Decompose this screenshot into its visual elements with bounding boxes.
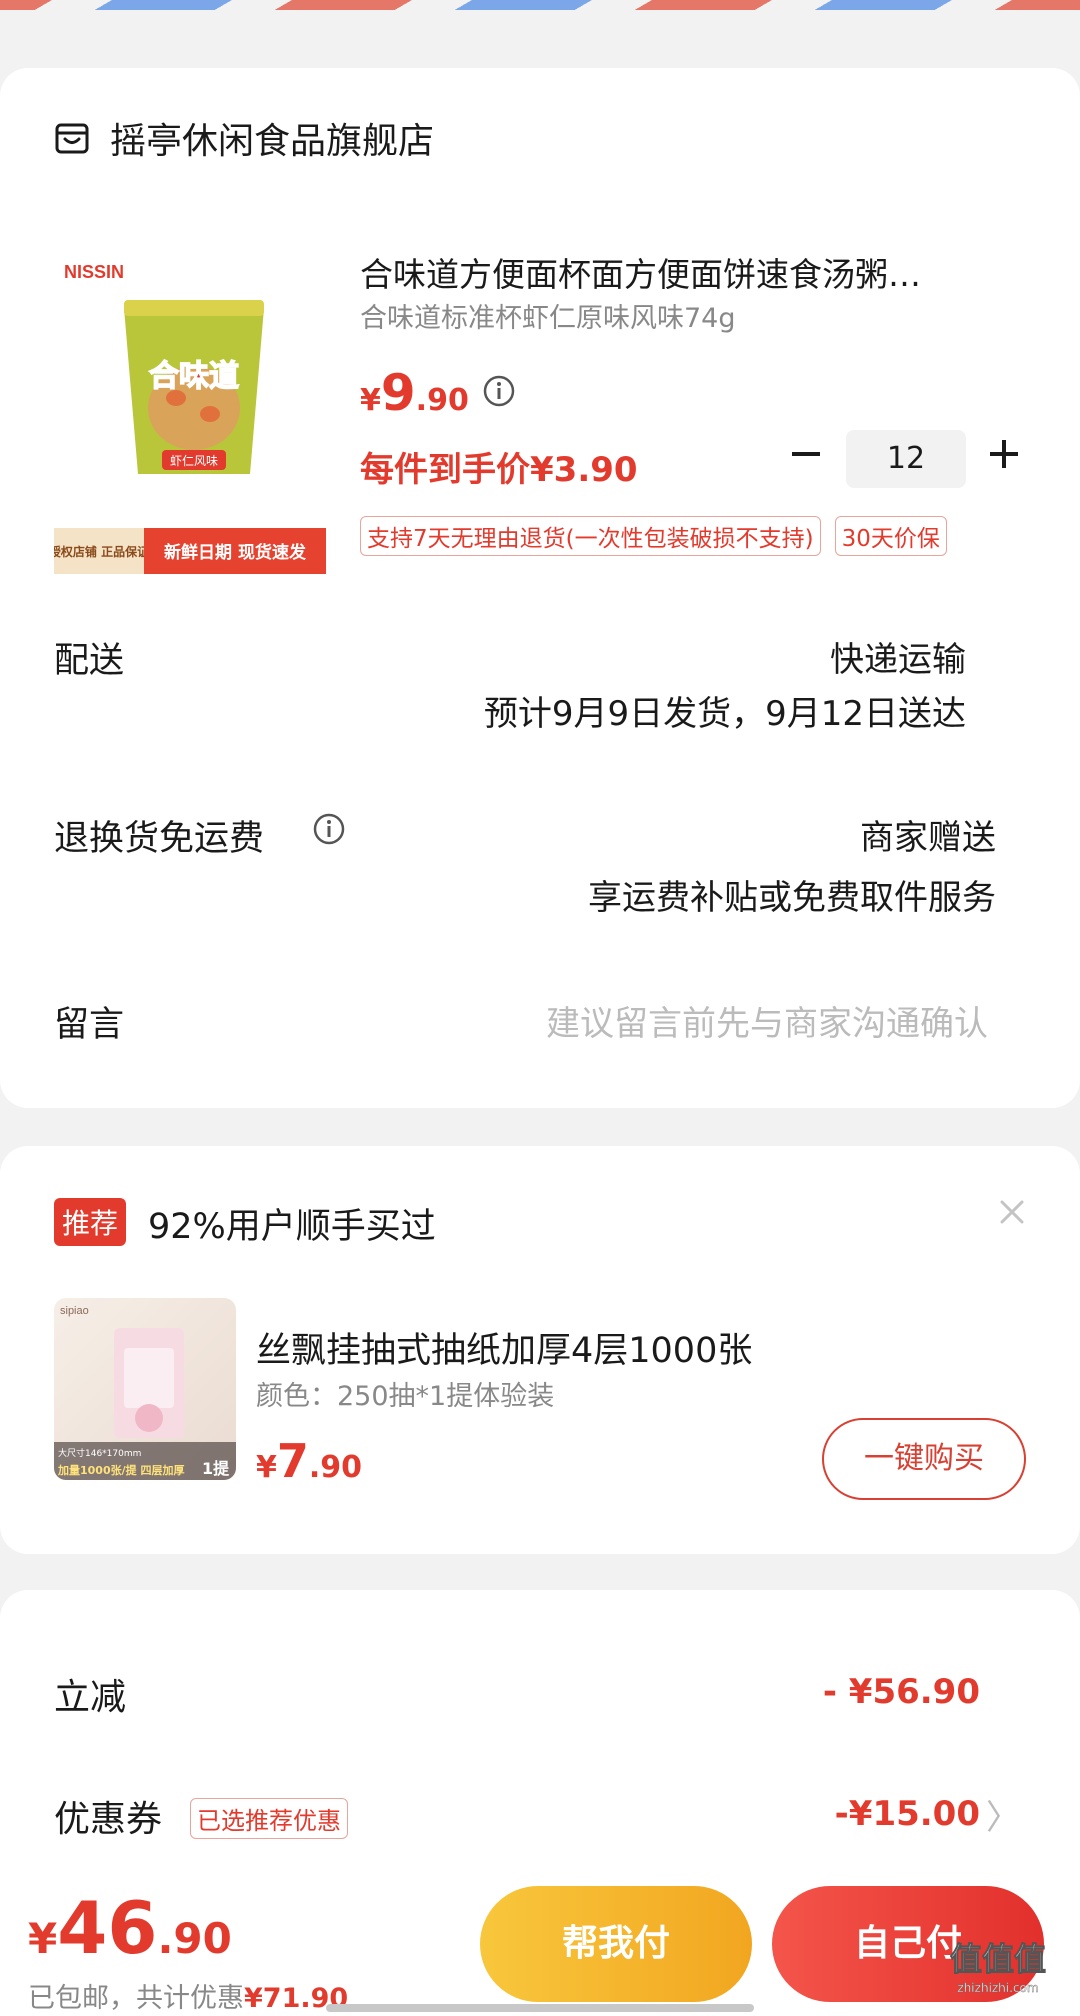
watermark-subtext: zhizhizhi.com [957, 1981, 1038, 1995]
product-image[interactable]: NISSIN 合味道 虾仁风味 授权店铺 正品保证 新鲜日期 现货速发 [49, 238, 326, 578]
checkout-bar: ¥ 46 .90 已包邮，共计优惠¥71.90 帮我付 自己付 [0, 1870, 1080, 2016]
badge-left-text: 授权店铺 正品保证 [54, 544, 149, 559]
total-price: ¥ 46 .90 [28, 1886, 232, 1970]
discount-label: 立减 [54, 1677, 127, 1718]
help-me-pay-button[interactable]: 帮我付 [480, 1886, 752, 2002]
price-protect-tag: 30天价保 [834, 516, 947, 556]
unit-price-text: 每件到手价¥3.90 [360, 450, 638, 490]
watermark-text: 值值值 [950, 1940, 1046, 1978]
return-freight-info-icon[interactable] [312, 812, 346, 846]
recommend-item-name[interactable]: 丝飘挂抽式抽纸加厚4层1000张 [256, 1322, 752, 1373]
delivery-label: 配送 [54, 641, 125, 681]
store-icon [55, 123, 89, 154]
recommend-item-image[interactable]: sipiao 大尺寸146*170mm 加量1000张/提 四层加厚 1提 [54, 1298, 236, 1480]
quantity-minus-icon[interactable] [786, 434, 826, 474]
coupon-value[interactable]: -¥15.00 [835, 1794, 980, 1834]
recommend-title: 92%用户顺手买过 [148, 1207, 436, 1247]
rec-size-text: 大尺寸146*170mm [58, 1447, 141, 1459]
discount-value: - ¥56.90 [822, 1672, 980, 1712]
price-info-icon[interactable] [482, 374, 516, 408]
message-input[interactable]: 建议留言前先与商家沟通确认 [546, 996, 988, 1045]
return-freight-value: 商家赠送 [860, 818, 996, 858]
price-symbol: ¥ [360, 383, 381, 418]
one-click-buy-button[interactable]: 一键购买 [822, 1418, 1026, 1500]
flavor-text: 虾仁风味 [170, 454, 218, 468]
coupon-label[interactable]: 优惠券 [54, 1790, 162, 1842]
price-integer: 9 [380, 364, 416, 422]
coupon-selected-tag: 已选推荐优惠 [190, 1798, 348, 1839]
coupon-chevron-icon[interactable]: 〉 [986, 1790, 1020, 1839]
quantity-input[interactable]: 12 [846, 430, 966, 488]
rec-pack-text: 1提 [202, 1459, 230, 1478]
cup-brand-text: 合味道 [149, 359, 239, 394]
product-price: ¥ 9 .90 [360, 364, 469, 422]
total-symbol: ¥ [28, 1914, 58, 1963]
delivery-estimate: 预计9月9日发货，9月12日送达 [483, 694, 966, 734]
message-label: 留言 [54, 1005, 125, 1045]
order-item-card: 摇亭休闲食品旗舰店 NISSIN 合味道 虾仁风味 授权店铺 正品保证 新鲜日期… [0, 68, 1080, 1108]
product-title[interactable]: 合味道方便面杯面方便面饼速食汤粥… [360, 248, 1030, 296]
shipping-text: 已包邮，共计优惠 [28, 1983, 244, 2014]
recommend-card: 推荐 92%用户顺手买过 sipiao 大尺寸146*170mm 加量1000张… [0, 1146, 1080, 1554]
total-decimal: .90 [157, 1914, 232, 1963]
close-icon[interactable] [996, 1196, 1028, 1228]
rec-price-integer: 7 [276, 1434, 309, 1488]
quantity-plus-icon[interactable] [984, 434, 1024, 474]
service-tags: 支持7天无理由退货(一次性包装破损不支持) 30天价保 [360, 516, 947, 556]
return-freight-desc: 享运费补贴或免费取件服务 [588, 878, 996, 918]
shipping-summary: 已包邮，共计优惠¥71.90 [28, 1976, 348, 2015]
envelope-stripe-decoration [0, 0, 1080, 30]
store-name: 摇亭休闲食品旗舰店 [110, 121, 435, 162]
recommend-badge: 推荐 [54, 1198, 127, 1246]
badge-right-text: 新鲜日期 现货速发 [164, 542, 307, 563]
brand-logo-text: NISSIN [64, 262, 124, 282]
delivery-method[interactable]: 快递运输 [830, 632, 966, 681]
recommend-item-price: ¥ 7 .90 [256, 1434, 362, 1488]
price-decimal: .90 [415, 383, 469, 418]
watermark-logo: 值值值 zhizhizhi.com [949, 1940, 1046, 1996]
total-integer: 46 [57, 1886, 158, 1970]
recommend-item-spec: 颜色：250抽*1提体验装 [256, 1381, 555, 1412]
home-indicator [326, 2004, 754, 2012]
return-freight-label: 退换货免运费 [54, 819, 265, 859]
rec-count-text: 加量1000张/提 四层加厚 [57, 1463, 184, 1477]
rec-price-symbol: ¥ [256, 1450, 277, 1485]
rec-price-decimal: .90 [308, 1450, 363, 1485]
return-policy-tag: 支持7天无理由退货(一次性包装破损不支持) [360, 516, 821, 556]
rec-brand-text: sipiao [60, 1305, 89, 1317]
store-header[interactable]: 摇亭休闲食品旗舰店 [54, 108, 434, 168]
product-spec[interactable]: 合味道标准杯虾仁原味风味74g [360, 296, 736, 335]
